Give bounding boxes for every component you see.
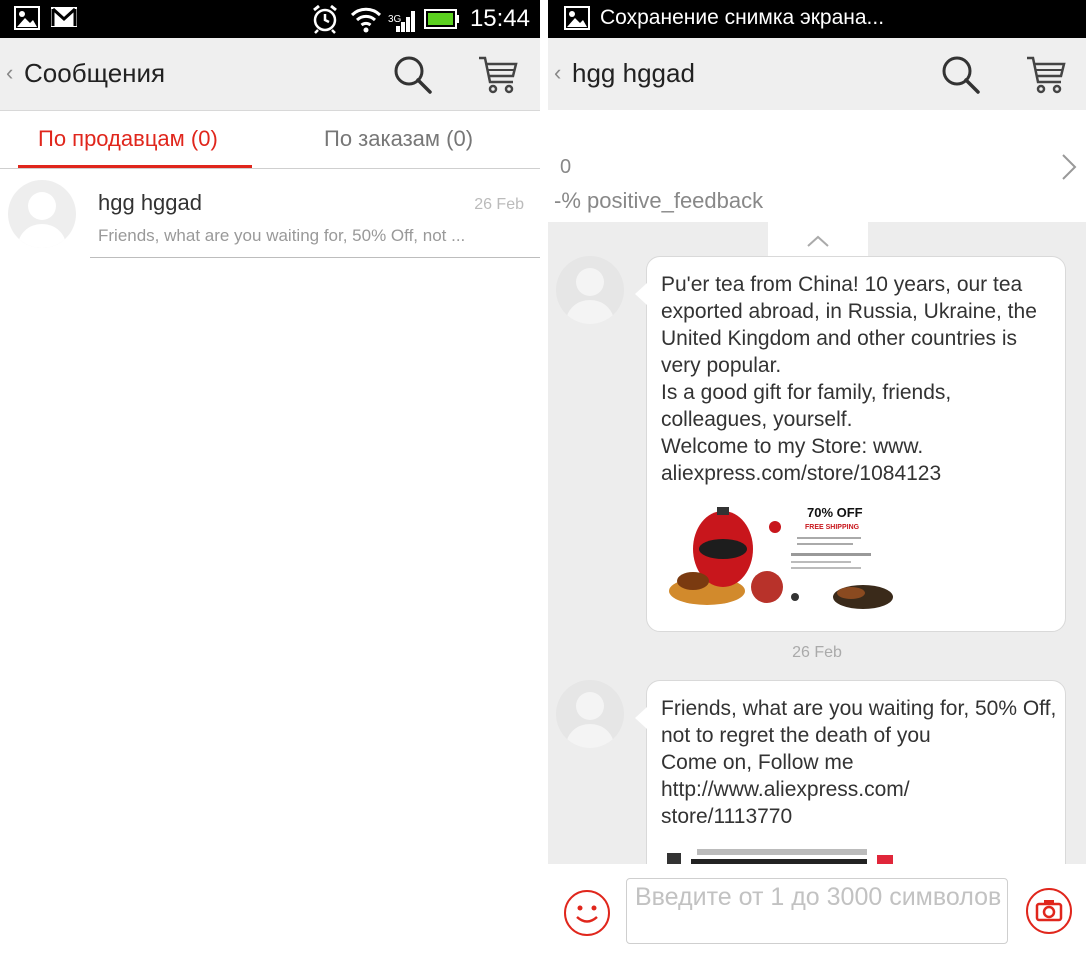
chat-area: Pu'er tea from China! 10 years, our tea … xyxy=(548,222,1086,864)
svg-text:3G: 3G xyxy=(388,14,402,25)
conversation-preview: Friends, what are you waiting for, 50% O… xyxy=(98,226,466,245)
status-notification-text: Сохранение снимка экрана... xyxy=(600,6,885,29)
chevron-right-icon xyxy=(1062,154,1077,180)
battery-icon xyxy=(424,9,459,29)
store-info-row[interactable]: 0 -% positive_feedback xyxy=(548,110,1086,222)
user-placeholder-icon xyxy=(18,192,66,248)
status-bar: 3G 15:44 xyxy=(0,0,540,38)
conversation-item[interactable]: hgg hggad 26 Feb Friends, what are you w… xyxy=(0,170,540,260)
bubble-tail xyxy=(635,283,647,305)
search-icon[interactable] xyxy=(938,52,982,96)
search-icon[interactable] xyxy=(390,52,434,96)
conversation-name: hgg hggad xyxy=(98,190,202,215)
status-bar: Сохранение снимка экрана... xyxy=(548,0,1086,38)
promo-headline: 70% OFF xyxy=(807,505,863,520)
emoji-button[interactable] xyxy=(564,890,610,936)
message-bubble[interactable]: Friends, what are you waiting for, 50% O… xyxy=(635,680,1066,864)
page-title[interactable]: Сообщения xyxy=(24,58,165,89)
camera-icon xyxy=(1035,900,1063,922)
cart-icon[interactable] xyxy=(1024,52,1068,96)
camera-button[interactable] xyxy=(1026,888,1072,934)
conversation-date: 26 Feb xyxy=(474,196,524,213)
date-separator: 26 Feb xyxy=(792,644,842,661)
message-bubble[interactable]: Pu'er tea from China! 10 years, our tea … xyxy=(635,256,1066,632)
smiley-icon xyxy=(576,905,598,923)
message-text: Friends, what are you waiting for, 50% O… xyxy=(661,697,1057,828)
tab-by-orders[interactable]: По заказам (0) xyxy=(324,126,473,152)
sender-avatar[interactable] xyxy=(556,680,624,748)
message-text: Pu'er tea from China! 10 years, our tea … xyxy=(661,273,1037,485)
message-input[interactable]: Введите от 1 до 3000 символов xyxy=(626,878,1008,944)
gmail-icon xyxy=(51,7,77,27)
back-chevron-icon[interactable]: ‹ xyxy=(554,60,561,86)
chat-screen: Сохранение снимка экрана... ‹ hgg hggad … xyxy=(548,0,1086,960)
message-input-placeholder: Введите от 1 до 3000 символов xyxy=(635,883,1002,911)
sender-avatar[interactable] xyxy=(556,256,624,324)
cart-icon[interactable] xyxy=(476,52,520,96)
signal-icon: 3G xyxy=(388,11,415,32)
divider xyxy=(90,257,540,258)
wifi-icon xyxy=(350,7,382,33)
app-bar: ‹ Сообщения xyxy=(0,38,540,111)
active-tab-indicator xyxy=(18,165,252,168)
collapse-button[interactable] xyxy=(768,222,868,256)
image-icon xyxy=(564,6,590,30)
alarm-icon xyxy=(313,4,337,34)
clock: 15:44 xyxy=(469,5,530,32)
bubble-tail xyxy=(635,707,647,729)
message-input-bar: Введите от 1 до 3000 символов xyxy=(548,864,1086,960)
user-placeholder-icon xyxy=(566,268,614,324)
store-score: 0 xyxy=(560,156,572,178)
store-feedback: -% positive_feedback xyxy=(554,188,764,213)
tab-by-sellers[interactable]: По продавцам (0) xyxy=(38,126,218,152)
chat-title[interactable]: hgg hggad xyxy=(572,58,695,89)
back-chevron-icon[interactable]: ‹ xyxy=(6,60,13,86)
promo-subtext: FREE SHIPPING xyxy=(805,524,860,531)
messages-list-screen: 3G 15:44 ‹ Сообщения По продавцам (0) По… xyxy=(0,0,540,960)
image-icon xyxy=(14,6,40,30)
chevron-up-icon xyxy=(807,235,829,247)
promo-image[interactable]: 70% OFF FREE SHIPPING xyxy=(667,497,895,615)
panel-divider xyxy=(540,0,548,960)
avatar xyxy=(8,180,76,248)
user-placeholder-icon xyxy=(566,692,614,748)
message-image[interactable] xyxy=(667,845,895,864)
app-bar: ‹ hgg hggad xyxy=(548,38,1086,111)
tab-bar: По продавцам (0) По заказам (0) xyxy=(0,110,540,169)
